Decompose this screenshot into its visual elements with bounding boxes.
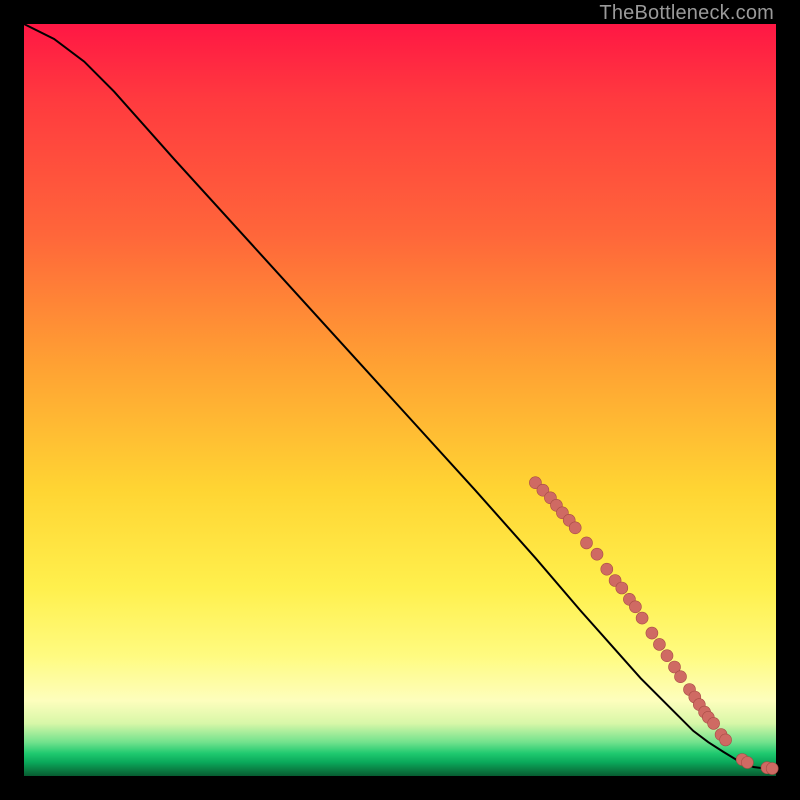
chart-frame: TheBottleneck.com (0, 0, 800, 800)
data-marker (741, 757, 753, 769)
data-marker (591, 548, 603, 560)
data-marker (601, 563, 613, 575)
data-marker (636, 612, 648, 624)
data-marker (675, 671, 687, 683)
data-marker (569, 522, 581, 534)
data-marker (708, 717, 720, 729)
data-marker (616, 582, 628, 594)
data-marker (720, 734, 732, 746)
watermark-text: TheBottleneck.com (599, 2, 774, 25)
data-marker (581, 537, 593, 549)
data-marker (766, 763, 778, 775)
data-marker (646, 627, 658, 639)
plot-area (24, 24, 776, 776)
data-marker (661, 650, 673, 662)
data-marker (629, 601, 641, 613)
marker-group (529, 477, 778, 775)
chart-svg (24, 24, 776, 776)
data-marker (653, 638, 665, 650)
